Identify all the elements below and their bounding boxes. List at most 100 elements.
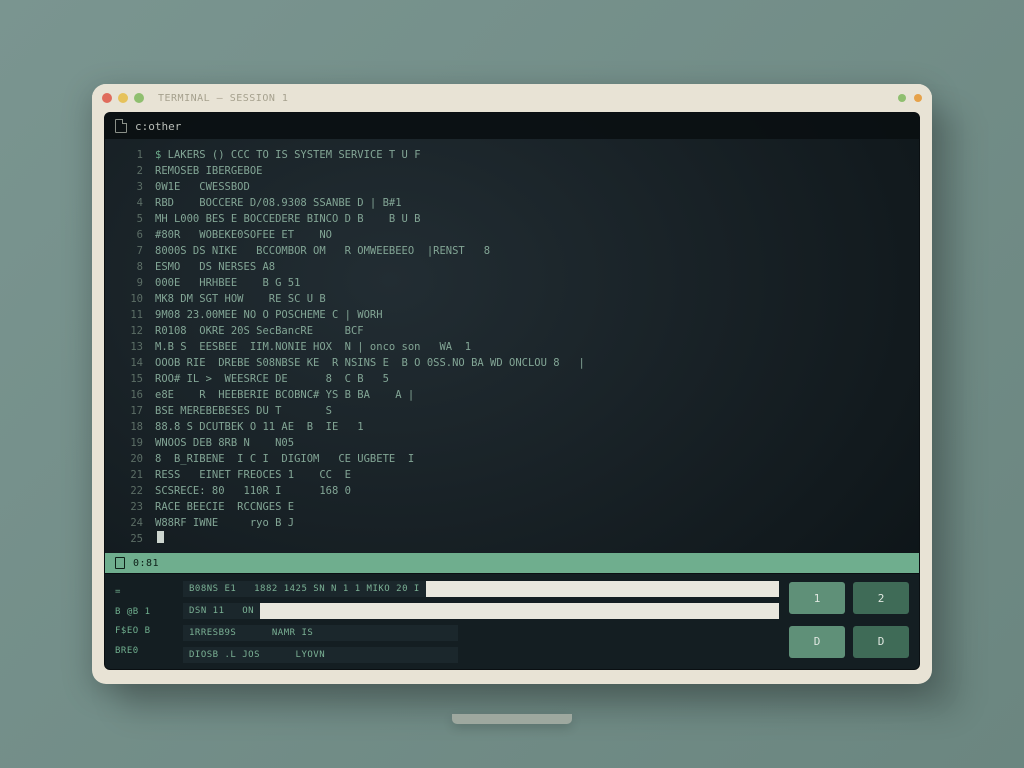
panel-row-3-text: 1RRESB9S NAMR IS [183, 625, 458, 641]
terminal-line: 13 M.B S EESBEE IIM.NONIE HOX N | onco so… [117, 339, 907, 355]
monitor-stand [452, 714, 572, 724]
terminal-line: 9 000E HRHBEE B G 51 [117, 275, 907, 291]
panel-left-label: F$EO B [115, 626, 173, 636]
line-number: 2 [117, 163, 143, 179]
file-icon [115, 119, 127, 133]
window-titlebar: TERMINAL — SESSION 1 [92, 84, 932, 112]
line-number: 6 [117, 227, 143, 243]
terminal-line-cursor: 25 [117, 531, 907, 547]
line-text: #80R WOBEKE0SOFEE ET NO [155, 227, 332, 243]
status-bar: 0:81 [105, 553, 919, 573]
panel-button[interactable]: 1 [789, 582, 845, 614]
terminal-line: 2 REMOSEB IBERGEBOE [117, 163, 907, 179]
terminal-line: 12 R0108 OKRE 20S SecBancRE BCF [117, 323, 907, 339]
terminal-line: 78000S DS NIKE BCCOMBOR OM R OMWEEBEEO |… [117, 243, 907, 259]
terminal-line: 24W88RF IWNE ryo B J [117, 515, 907, 531]
panel-button[interactable]: D [789, 626, 845, 658]
line-number: 14 [117, 355, 143, 371]
cursor-block [157, 531, 164, 543]
app-window: TERMINAL — SESSION 1 c:other 1 $ LAKERS (… [92, 84, 932, 684]
terminal-line: 23 RACE BEECIE RCCNGES E [117, 499, 907, 515]
status-file-icon [115, 557, 125, 569]
line-number: 16 [117, 387, 143, 403]
minimize-icon[interactable] [118, 93, 128, 103]
terminal-line: 19 WNOOS DEB 8RB N N05 [117, 435, 907, 451]
line-number: 25 [117, 531, 143, 547]
status-dot-amber [914, 94, 922, 102]
line-text: WNOOS DEB 8RB N N05 [155, 435, 294, 451]
terminal-line: 8ESMO DS NERSES A8 [117, 259, 907, 275]
line-number: 11 [117, 307, 143, 323]
window-indicator-dots [898, 94, 922, 102]
terminal-line: 10 MK8 DM SGT HOW RE SC U B [117, 291, 907, 307]
line-number: 20 [117, 451, 143, 467]
terminal-line: 1 $ LAKERS () CCC TO IS SYSTEM SERVICE T … [117, 147, 907, 163]
panel-row-4: DIOSB .L JOS LYOVN [183, 647, 779, 663]
line-text: 000E HRHBEE B G 51 [155, 275, 300, 291]
window-title: TERMINAL — SESSION 1 [158, 93, 892, 104]
bottom-panel: =B @B 1F$EO BBRE0 B08NS E1 1882 1425 SN … [105, 573, 919, 669]
line-number: 13 [117, 339, 143, 355]
terminal-line: 6 #80R WOBEKE0SOFEE ET NO [117, 227, 907, 243]
terminal-line: 30W1E CWESSBOD [117, 179, 907, 195]
panel-row-1-progress [426, 581, 779, 597]
maximize-icon[interactable] [134, 93, 144, 103]
panel-row-2-text: DSN 11 ON [183, 603, 260, 619]
panel-button[interactable]: D [853, 626, 909, 658]
bottom-panel-labels: =B @B 1F$EO BBRE0 [115, 582, 173, 661]
line-number: 12 [117, 323, 143, 339]
terminal-line: 16 e8E R HEEBERIE BCOBNC# YS B BA A | [117, 387, 907, 403]
line-text: SCSRECE: 80 110R I 168 0 [155, 483, 351, 499]
terminal-line: 22 SCSRECE: 80 110R I 168 0 [117, 483, 907, 499]
prompt-symbol: $ [155, 147, 168, 163]
terminal-pane[interactable]: c:other 1 $ LAKERS () CCC TO IS SYSTEM SE… [104, 112, 920, 670]
line-number: 1 [117, 147, 143, 163]
line-text: e8E R HEEBERIE BCOBNC# YS B BA A | [155, 387, 414, 403]
line-number: 15 [117, 371, 143, 387]
line-number: 19 [117, 435, 143, 451]
terminal-output[interactable]: 1 $ LAKERS () CCC TO IS SYSTEM SERVICE T … [105, 139, 919, 553]
terminal-line: 17BSE MEREBEBESES DU T S [117, 403, 907, 419]
panel-row-1: B08NS E1 1882 1425 SN N 1 1 MIKO 20 I [183, 581, 779, 597]
line-text: 8 B_RIBENE I C I DIGIOM CE UGBETE I [155, 451, 414, 467]
line-text: ROO# IL > WEESRCE DE 8 C B 5 [155, 371, 389, 387]
status-dot-green [898, 94, 906, 102]
line-text: 8000S DS NIKE BCCOMBOR OM R OMWEEBEEO |R… [155, 243, 490, 259]
line-text: W88RF IWNE ryo B J [155, 515, 294, 531]
terminal-tabbar: c:other [105, 113, 919, 139]
line-number: 9 [117, 275, 143, 291]
line-text: 88.8 S DCUTBEK O 11 AE B IE 1 [155, 419, 364, 435]
line-number: 18 [117, 419, 143, 435]
terminal-line: 11 9M08 23.00MEE NO O POSCHEME C | WORH [117, 307, 907, 323]
terminal-line: 5MH L000 BES E BOCCEDERE BINCO D B B U B [117, 211, 907, 227]
line-text: REMOSEB IBERGEBOE [155, 163, 262, 179]
line-number: 10 [117, 291, 143, 307]
panel-row-2-progress [260, 603, 779, 619]
line-text: BSE MEREBEBESES DU T S [155, 403, 332, 419]
panel-row-2: DSN 11 ON [183, 603, 779, 619]
line-number: 23 [117, 499, 143, 515]
bottom-panel-rows: B08NS E1 1882 1425 SN N 1 1 MIKO 20 I DS… [183, 582, 779, 661]
line-number: 22 [117, 483, 143, 499]
line-text: 9M08 23.00MEE NO O POSCHEME C | WORH [155, 307, 383, 323]
bottom-panel-buttons: 12DD [789, 582, 909, 661]
panel-row-4-text: DIOSB .L JOS LYOVN [183, 647, 458, 663]
line-text: RBD BOCCERE D/08.9308 SSANBE D | B#1 [155, 195, 402, 211]
line-text: R0108 OKRE 20S SecBancRE BCF [155, 323, 364, 339]
line-text: RACE BEECIE RCCNGES E [155, 499, 294, 515]
line-number: 4 [117, 195, 143, 211]
line-text: RESS EINET FREOCES 1 CC E [155, 467, 351, 483]
line-text: M.B S EESBEE IIM.NONIE HOX N | onco son … [155, 339, 471, 355]
line-text: LAKERS () CCC TO IS SYSTEM SERVICE T U F [168, 147, 421, 163]
line-text: ESMO DS NERSES A8 [155, 259, 275, 275]
panel-left-label: B @B 1 [115, 607, 173, 617]
terminal-tab-label[interactable]: c:other [135, 120, 181, 133]
close-icon[interactable] [102, 93, 112, 103]
line-number: 21 [117, 467, 143, 483]
traffic-lights [102, 93, 144, 103]
panel-row-3: 1RRESB9S NAMR IS [183, 625, 779, 641]
panel-left-label: = [115, 587, 173, 597]
line-text: MK8 DM SGT HOW RE SC U B [155, 291, 326, 307]
panel-button[interactable]: 2 [853, 582, 909, 614]
line-number: 5 [117, 211, 143, 227]
